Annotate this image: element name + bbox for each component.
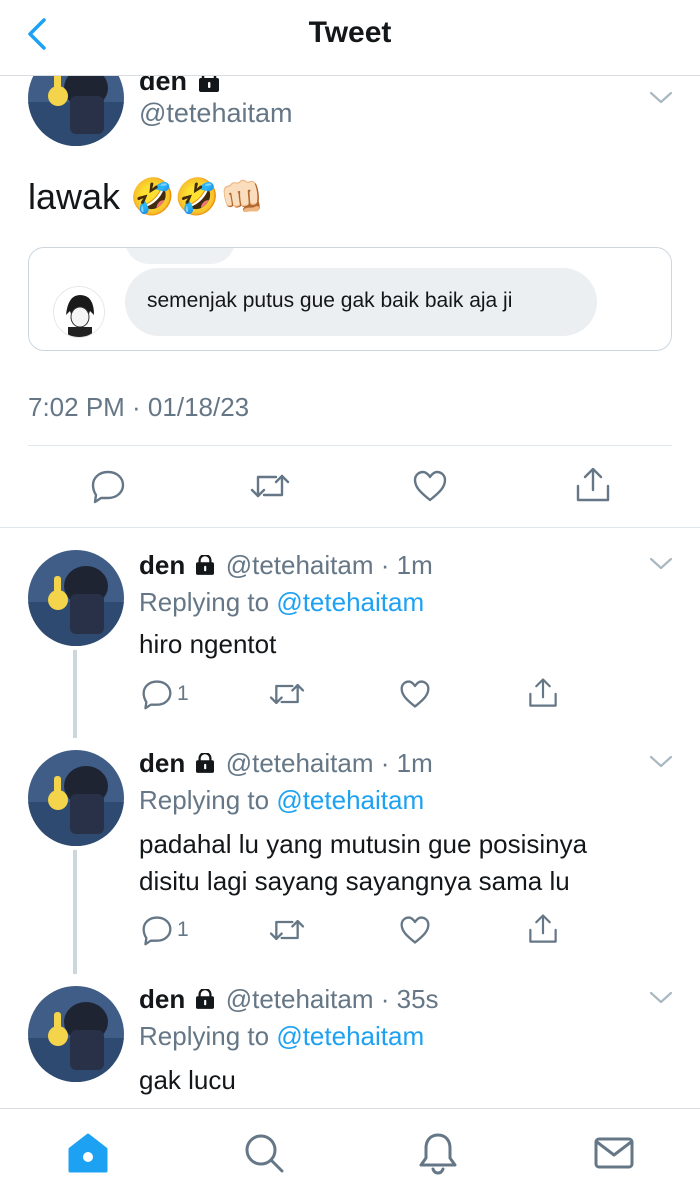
- replying-to-label: Replying to: [139, 1021, 277, 1051]
- replying-to: Replying to @tetehaitam: [139, 587, 424, 618]
- chevron-down-icon[interactable]: [648, 556, 674, 572]
- reply-text: padahal lu yang mutusin gue posisinya di…: [139, 826, 679, 900]
- reply-count: 1: [177, 682, 189, 705]
- quoted-message-text: semenjak putus gue gak baik baik aja ji: [147, 289, 513, 312]
- reply-header: den @tetehaitam · 1m: [139, 550, 433, 581]
- main-tweet: den @tetehaitam lawak 🤣🤣👊🏻 semenjak putu…: [0, 76, 700, 528]
- reply-icon[interactable]: [90, 468, 126, 504]
- tweet-actions: [0, 466, 700, 510]
- replying-to: Replying to @tetehaitam: [139, 1021, 424, 1052]
- reply-text: hiro ngentot: [139, 629, 277, 659]
- relative-time: · 35s: [380, 984, 439, 1014]
- previous-chat-bubble: [125, 248, 235, 264]
- like-icon[interactable]: [399, 678, 431, 710]
- chat-avatar: [53, 286, 105, 338]
- replying-to-label: Replying to: [139, 587, 277, 617]
- reply-actions: 1: [139, 676, 679, 712]
- chat-avatar-image: [54, 287, 104, 337]
- display-name[interactable]: den: [139, 550, 185, 580]
- lock-icon: [196, 554, 215, 575]
- top-nav-bar: Tweet: [0, 0, 700, 76]
- chevron-down-icon[interactable]: [648, 754, 674, 770]
- reply-count: 1: [177, 918, 189, 941]
- retweet-icon[interactable]: [250, 468, 290, 504]
- retweet-icon[interactable]: [269, 914, 305, 946]
- lock-icon: [196, 988, 215, 1009]
- avatar-image: [28, 76, 124, 146]
- avatar[interactable]: [28, 76, 124, 146]
- avatar-image: [28, 750, 124, 846]
- avatar-image: [28, 986, 124, 1082]
- share-icon[interactable]: [527, 676, 559, 710]
- replying-to-label: Replying to: [139, 785, 277, 815]
- lock-icon: [196, 752, 215, 773]
- reply-header: den @tetehaitam · 35s: [139, 984, 439, 1015]
- display-name-text: den: [139, 76, 188, 96]
- reply-tweet[interactable]: den @tetehaitam · 35s Replying to @teteh…: [0, 974, 700, 1108]
- reply-tweet[interactable]: den @tetehaitam · 1m Replying to @teteha…: [0, 738, 700, 974]
- divider: [28, 445, 672, 446]
- chevron-down-icon[interactable]: [648, 90, 674, 106]
- timestamp: 7:02 PM · 01/18/23: [28, 392, 250, 422]
- thread-line: [73, 650, 77, 738]
- display-name[interactable]: den: [139, 984, 185, 1014]
- reply-text-line: disitu lagi sayang sayangnya sama lu: [139, 866, 570, 896]
- relative-time: · 1m: [380, 550, 433, 580]
- avatar[interactable]: [28, 750, 124, 846]
- like-icon[interactable]: [412, 468, 448, 504]
- display-name[interactable]: den: [139, 748, 185, 778]
- reply-actions: 1: [139, 912, 679, 948]
- reply-tweet[interactable]: den @tetehaitam · 1m Replying to @teteha…: [0, 528, 700, 738]
- reply-icon[interactable]: [141, 914, 173, 946]
- page-title: Tweet: [308, 16, 392, 49]
- avatar[interactable]: [28, 986, 124, 1082]
- handle[interactable]: @tetehaitam: [226, 550, 374, 580]
- reply-text-line: padahal lu yang mutusin gue posisinya: [139, 829, 588, 859]
- replying-to-link[interactable]: @tetehaitam: [276, 785, 424, 815]
- reply-header: den @tetehaitam · 1m: [139, 748, 433, 779]
- messages-icon[interactable]: [592, 1131, 636, 1175]
- thread-line: [73, 850, 77, 974]
- avatar[interactable]: [28, 550, 124, 646]
- reply-text: gak lucu: [139, 1065, 236, 1095]
- display-name[interactable]: den: [139, 76, 219, 97]
- handle[interactable]: @tetehaitam: [226, 748, 374, 778]
- chevron-down-icon[interactable]: [648, 990, 674, 1006]
- handle[interactable]: @tetehaitam: [226, 984, 374, 1014]
- notifications-icon[interactable]: [416, 1131, 460, 1175]
- share-icon[interactable]: [574, 466, 612, 504]
- like-icon[interactable]: [399, 914, 431, 946]
- replying-to: Replying to @tetehaitam: [139, 785, 424, 816]
- relative-time: · 1m: [380, 748, 433, 778]
- quoted-media-card[interactable]: semenjak putus gue gak baik baik aja ji: [28, 247, 672, 351]
- handle[interactable]: @tetehaitam: [139, 98, 292, 129]
- replying-to-link[interactable]: @tetehaitam: [276, 1021, 424, 1051]
- tweet-text: lawak 🤣🤣👊🏻: [28, 176, 265, 217]
- lock-icon: [198, 76, 219, 92]
- chat-bubble: semenjak putus gue gak baik baik aja ji: [125, 268, 597, 336]
- share-icon[interactable]: [527, 912, 559, 946]
- bottom-tab-bar: [0, 1108, 700, 1200]
- reply-icon[interactable]: [141, 678, 173, 710]
- search-icon[interactable]: [242, 1131, 286, 1175]
- retweet-icon[interactable]: [269, 678, 305, 710]
- home-icon[interactable]: [66, 1131, 110, 1175]
- replying-to-link[interactable]: @tetehaitam: [276, 587, 424, 617]
- avatar-image: [28, 550, 124, 646]
